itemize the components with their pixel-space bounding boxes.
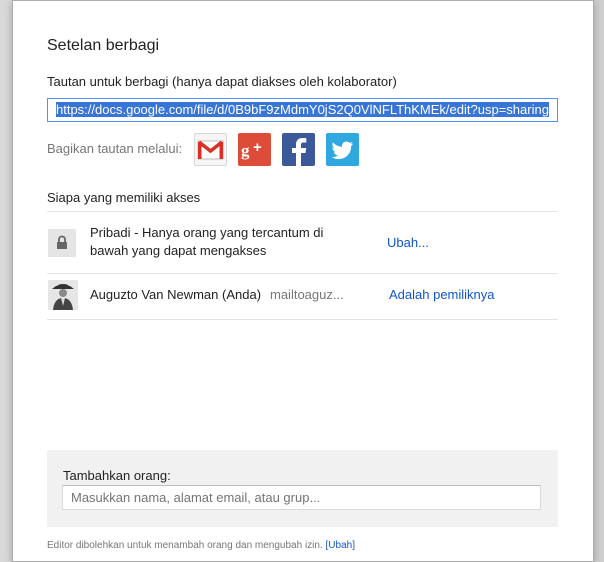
owner-email: mailtoaguz... xyxy=(270,287,344,302)
permissions-footer: Editor dibolehkan untuk menambah orang d… xyxy=(47,540,355,551)
divider xyxy=(47,211,558,212)
facebook-icon[interactable] xyxy=(282,133,315,166)
add-people-input[interactable] xyxy=(62,485,541,510)
change-visibility-link[interactable]: Ubah... xyxy=(387,235,429,250)
add-people-label: Tambahkan orang: xyxy=(63,468,171,483)
google-plus-icon[interactable]: g + xyxy=(238,133,271,166)
add-people-panel: Tambahkan orang: xyxy=(47,450,558,527)
footer-text: Editor dibolehkan untuk menambah orang d… xyxy=(47,540,323,551)
twitter-icon[interactable] xyxy=(326,133,359,166)
access-section-title: Siapa yang memiliki akses xyxy=(47,190,201,205)
share-link-value[interactable]: https://docs.google.com/file/d/0B9bF9zMd… xyxy=(56,102,549,117)
footer-change-link[interactable]: [Ubah] xyxy=(326,540,355,551)
visibility-description: Pribadi - Hanya orang yang tercantum di … xyxy=(90,225,324,258)
gmail-icon[interactable] xyxy=(194,133,227,166)
svg-text:+: + xyxy=(253,139,262,156)
share-link-label: Tautan untuk berbagi (hanya dapat diakse… xyxy=(47,74,397,89)
owner-name: Auguzto Van Newman (Anda) xyxy=(90,287,262,302)
share-via-label: Bagikan tautan melalui: xyxy=(47,141,183,156)
divider xyxy=(47,273,558,274)
owner-role: Adalah pemiliknya xyxy=(389,287,495,302)
page-backdrop xyxy=(0,0,12,562)
divider xyxy=(47,319,558,320)
lock-icon xyxy=(48,229,76,257)
share-link-field[interactable]: https://docs.google.com/file/d/0B9bF9zMd… xyxy=(47,98,558,122)
sharing-settings-dialog: Setelan berbagi Tautan untuk berbagi (ha… xyxy=(12,0,594,562)
svg-text:g: g xyxy=(241,141,250,160)
dialog-title: Setelan berbagi xyxy=(47,37,160,54)
avatar xyxy=(48,280,78,310)
